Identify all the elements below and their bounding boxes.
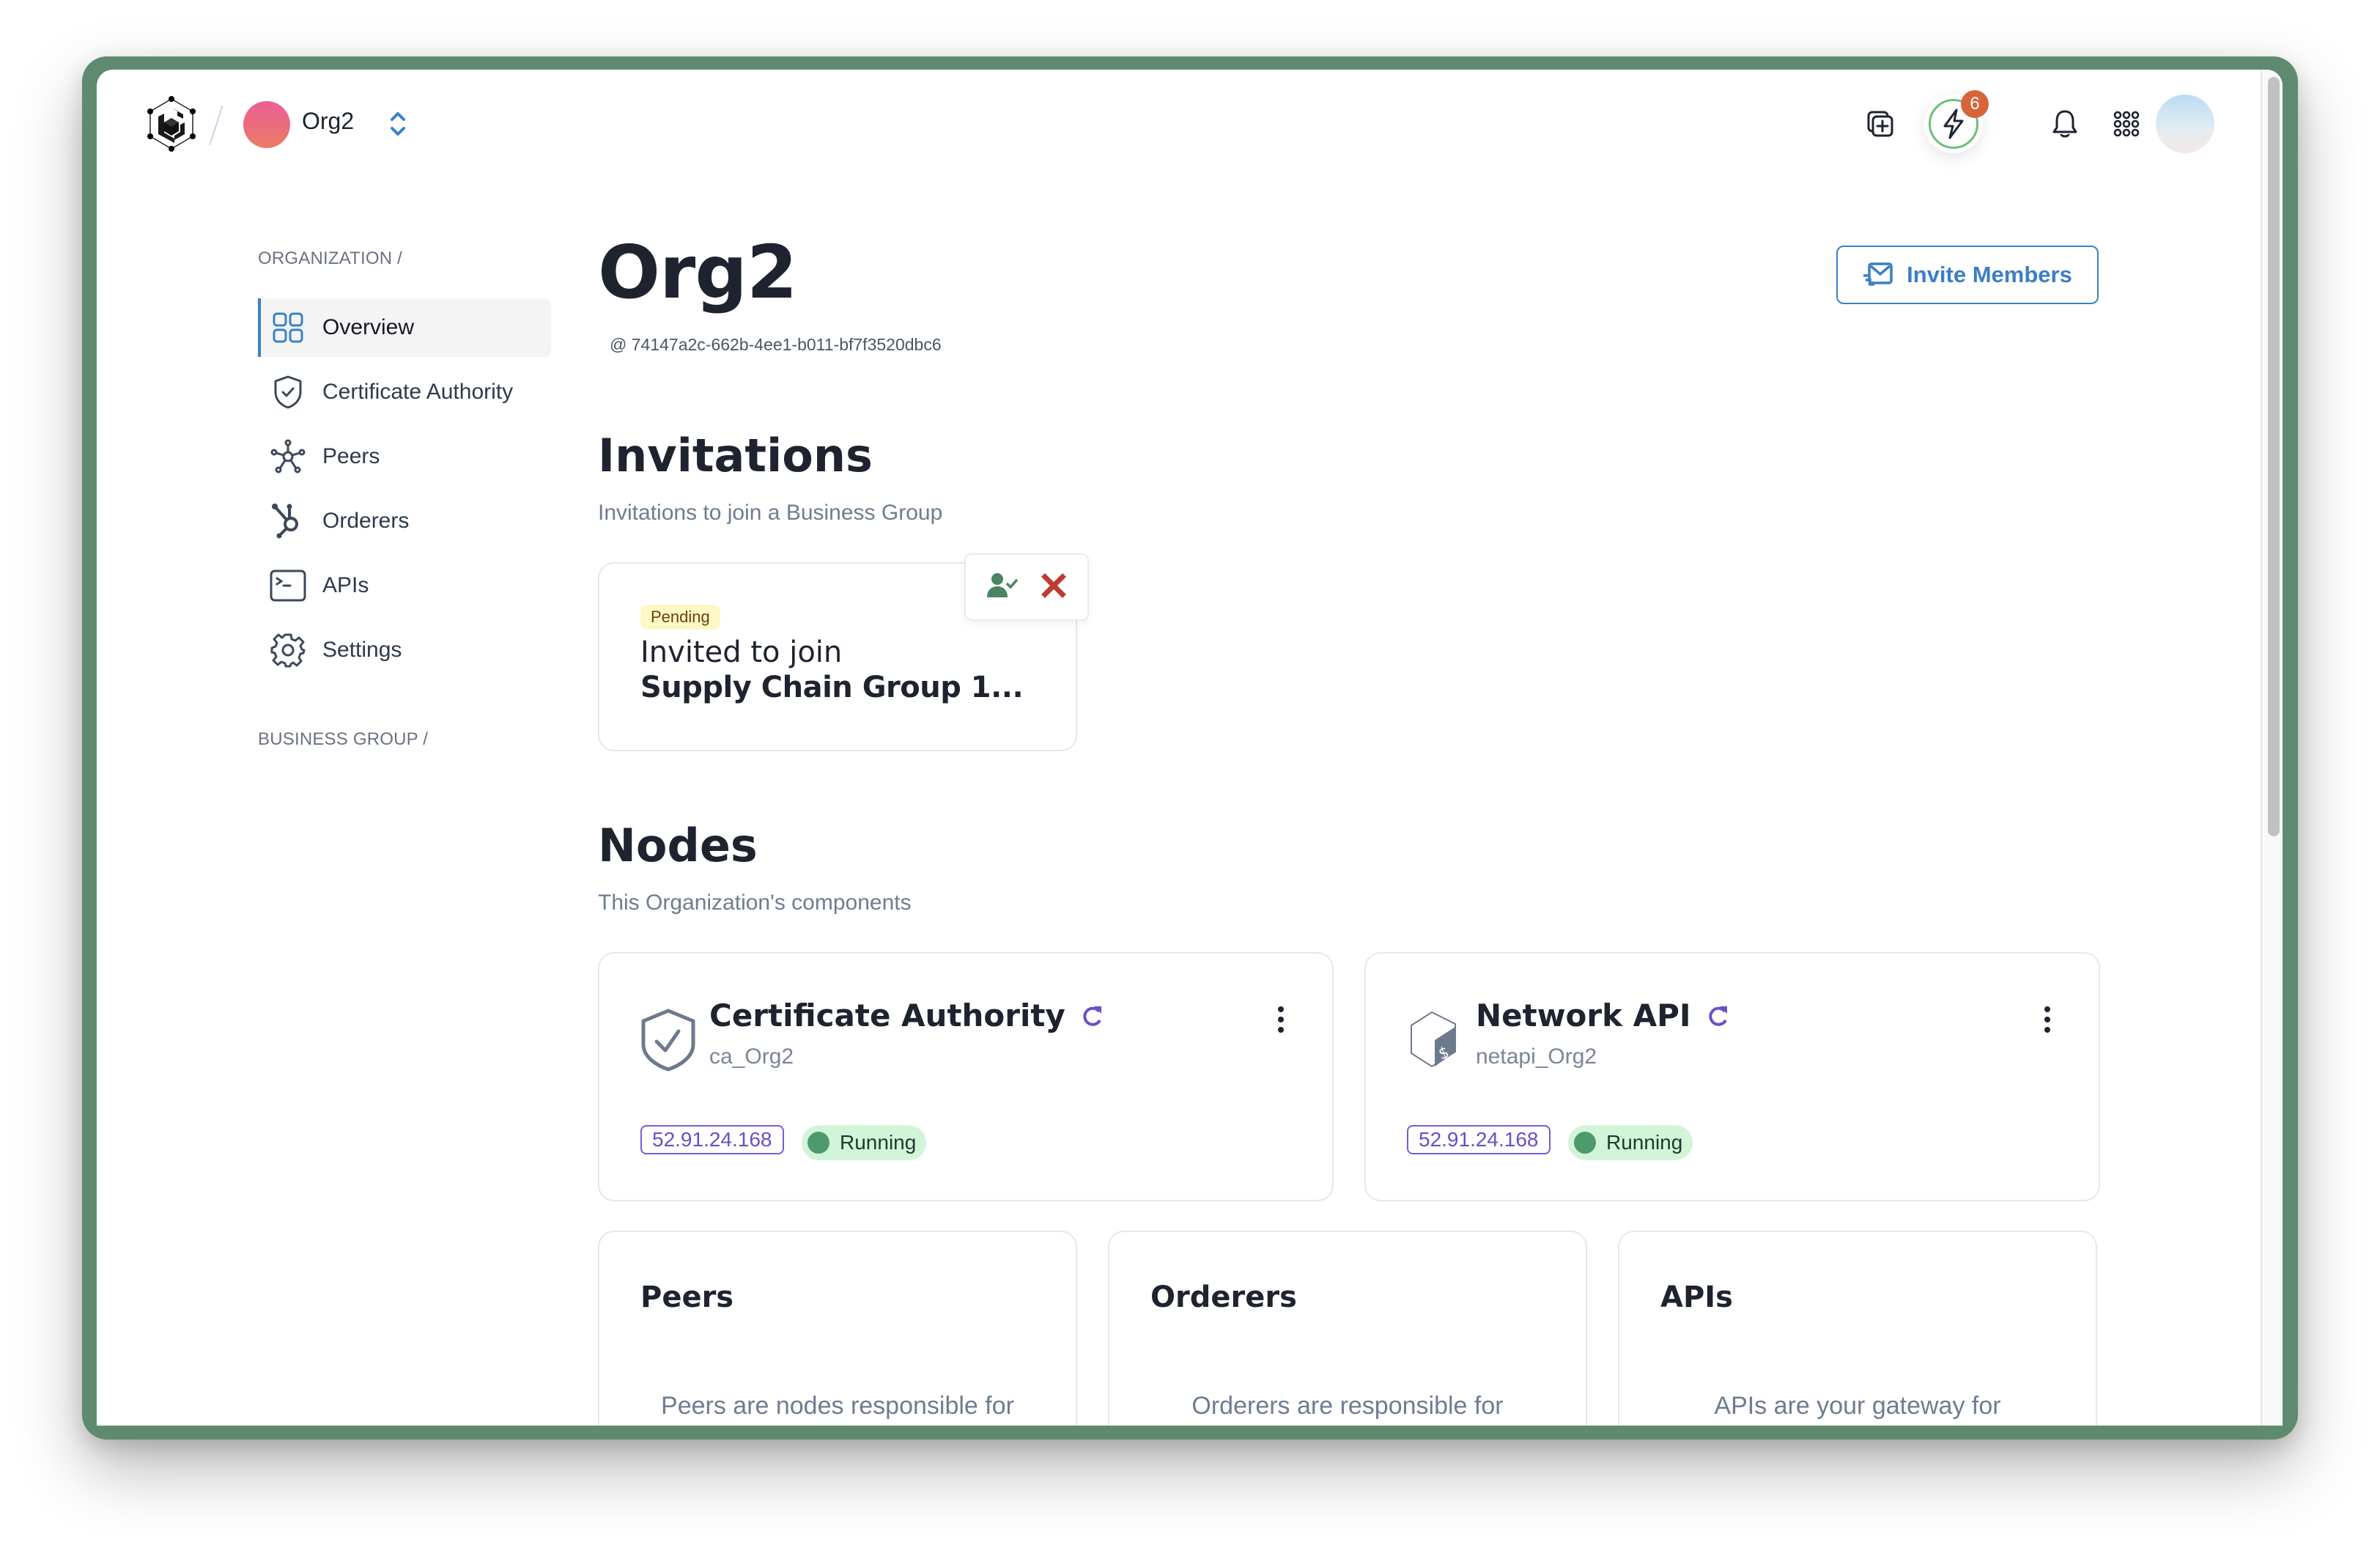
more-options-icon[interactable] bbox=[2040, 1005, 2055, 1034]
status-chip: Running bbox=[802, 1125, 927, 1160]
ip-address-chip: 52.91.24.168 bbox=[1407, 1125, 1551, 1154]
scrollbar[interactable] bbox=[2261, 70, 2283, 1426]
node-title: Network API bbox=[1476, 998, 1729, 1033]
page-title: Org2 bbox=[598, 229, 797, 315]
sidebar-item-label: Peers bbox=[322, 444, 380, 468]
org-id: @ 74147a2c-662b-4ee1-b011-bf7f3520dbc6 bbox=[610, 335, 942, 354]
sidebar-section-business-group: BUSINESS GROUP / bbox=[258, 729, 429, 749]
shield-check-icon bbox=[640, 1008, 699, 1072]
invitation-text: Invited to join bbox=[640, 635, 843, 669]
summary-card-apis[interactable]: APIs APIs are your gateway for bbox=[1618, 1231, 2097, 1426]
summary-card-peers[interactable]: Peers Peers are nodes responsible for bbox=[598, 1231, 1077, 1426]
status-dot bbox=[808, 1132, 829, 1154]
user-avatar[interactable] bbox=[2156, 95, 2214, 153]
add-copy-icon[interactable] bbox=[1863, 106, 1898, 141]
shield-check-icon bbox=[270, 374, 306, 410]
summary-description: APIs are your gateway for bbox=[1714, 1392, 2001, 1420]
nodes-title: Nodes bbox=[598, 819, 758, 872]
summary-description: Orderers are responsible for bbox=[1191, 1392, 1504, 1420]
scrollbar-thumb[interactable] bbox=[2268, 77, 2280, 836]
summary-title: Peers bbox=[640, 1280, 734, 1314]
status-chip: Running bbox=[1568, 1125, 1693, 1160]
network-hub-icon bbox=[270, 438, 306, 475]
decline-invitation-icon[interactable] bbox=[1041, 572, 1066, 602]
sidebar-item-label: Settings bbox=[322, 638, 402, 662]
node-card-network-api[interactable]: $_ Network API netapi_Org2 52.91.24.168 … bbox=[1364, 952, 2100, 1201]
bell-icon[interactable] bbox=[2047, 106, 2082, 141]
node-card-certificate-authority[interactable]: Certificate Authority ca_Org2 52.91.24.1… bbox=[598, 952, 1334, 1201]
activity-button[interactable]: 6 bbox=[1924, 90, 1989, 153]
refresh-icon[interactable] bbox=[1082, 1004, 1104, 1028]
summary-card-orderers[interactable]: Orderers Orderers are responsible for bbox=[1108, 1231, 1587, 1426]
sidebar-item-label: APIs bbox=[322, 573, 369, 597]
lightning-icon bbox=[1943, 108, 1964, 139]
sidebar-item-orderers[interactable]: Orderers bbox=[258, 492, 551, 550]
apps-grid-icon[interactable] bbox=[2109, 106, 2144, 141]
summary-title: APIs bbox=[1660, 1280, 1733, 1314]
sidebar-item-label: Overview bbox=[322, 315, 415, 339]
status-dot bbox=[1574, 1132, 1596, 1154]
invite-members-button[interactable]: Invite Members bbox=[1836, 246, 2099, 304]
sidebar-item-apis[interactable]: APIs bbox=[258, 556, 551, 615]
app-logo-icon[interactable] bbox=[142, 95, 201, 153]
status-label: Running bbox=[1606, 1131, 1683, 1154]
refresh-icon[interactable] bbox=[1707, 1004, 1729, 1028]
sidebar-item-overview[interactable]: Overview bbox=[258, 298, 551, 357]
mail-send-icon bbox=[1863, 262, 1893, 286]
accept-invitation-icon[interactable] bbox=[987, 572, 1019, 602]
activity-badge: 6 bbox=[1961, 90, 1989, 118]
sidebar-item-certificate-authority[interactable]: Certificate Authority bbox=[258, 363, 551, 421]
more-options-icon[interactable] bbox=[1274, 1005, 1288, 1034]
breadcrumb-separator bbox=[209, 106, 223, 145]
org-avatar[interactable] bbox=[243, 101, 290, 148]
summary-title: Orderers bbox=[1150, 1280, 1297, 1314]
sidebar-item-label: Certificate Authority bbox=[322, 380, 514, 404]
grid-icon bbox=[270, 309, 306, 346]
bash-terminal-icon: $_ bbox=[1407, 1008, 1466, 1072]
node-title-text: Certificate Authority bbox=[709, 998, 1065, 1033]
node-name: netapi_Org2 bbox=[1476, 1044, 1597, 1069]
org-name[interactable]: Org2 bbox=[302, 108, 354, 135]
sidebar-section-organization: ORGANIZATION / bbox=[258, 248, 403, 268]
app-window: Org2 6 ORGANIZATION / Overview Certifica… bbox=[97, 70, 2283, 1426]
gear-icon bbox=[270, 632, 306, 668]
invitation-group-name: Supply Chain Group 1... bbox=[640, 671, 1024, 704]
top-bar: Org2 6 bbox=[97, 70, 2258, 180]
invite-members-label: Invite Members bbox=[1907, 262, 2072, 287]
sidebar-item-peers[interactable]: Peers bbox=[258, 427, 551, 486]
sidebar-item-label: Orderers bbox=[322, 509, 410, 533]
orderer-icon bbox=[270, 503, 306, 539]
ip-address-chip: 52.91.24.168 bbox=[640, 1125, 784, 1154]
invitation-actions bbox=[964, 553, 1089, 621]
nodes-subtitle: This Organization's components bbox=[598, 891, 912, 915]
status-badge: Pending bbox=[640, 605, 720, 630]
sidebar-item-settings[interactable]: Settings bbox=[258, 621, 551, 679]
node-title-text: Network API bbox=[1476, 998, 1691, 1033]
summary-description: Peers are nodes responsible for bbox=[661, 1392, 1014, 1420]
terminal-icon bbox=[270, 567, 306, 604]
node-name: ca_Org2 bbox=[709, 1044, 794, 1069]
org-switcher-chevron-icon[interactable] bbox=[387, 108, 409, 140]
invitations-title: Invitations bbox=[598, 429, 873, 482]
status-label: Running bbox=[840, 1131, 917, 1154]
node-title: Certificate Authority bbox=[709, 998, 1104, 1033]
invitations-subtitle: Invitations to join a Business Group bbox=[598, 501, 943, 525]
